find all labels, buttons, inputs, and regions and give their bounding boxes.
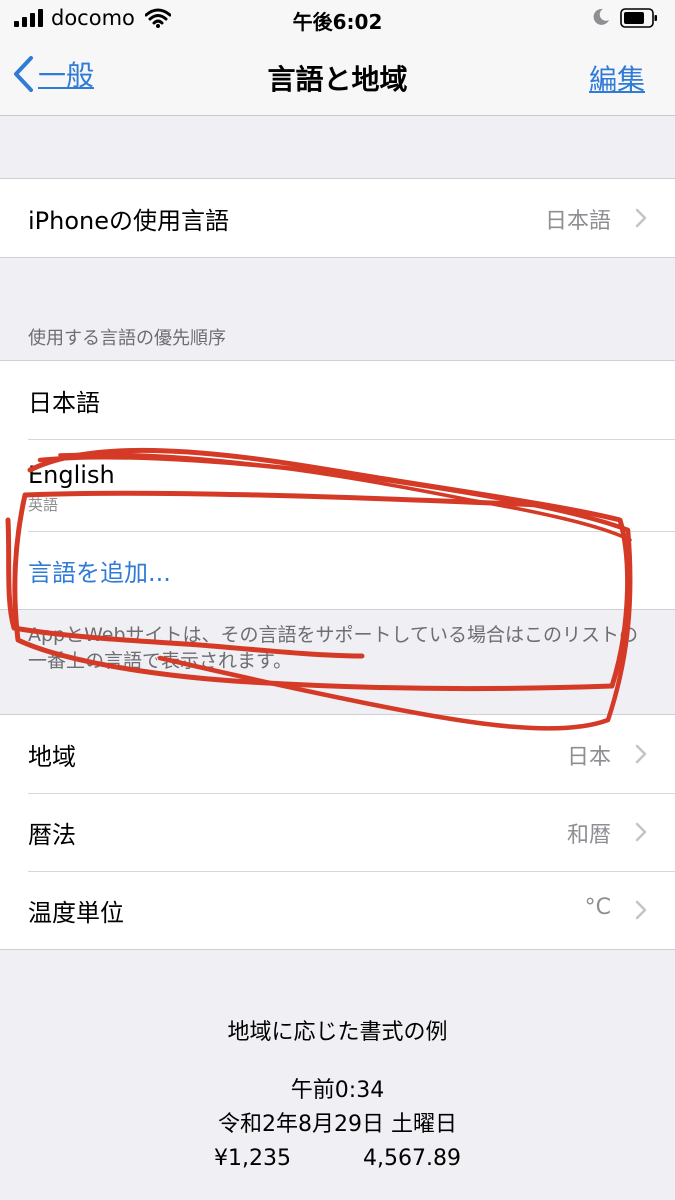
temperature-unit-label: 温度単位: [28, 899, 124, 927]
add-language-label: 言語を追加...: [28, 559, 171, 587]
calendar-value: 和暦: [566, 823, 611, 848]
status-time: 午後6:02: [292, 10, 383, 34]
status-bar: docomo 午後6:02: [0, 0, 675, 38]
iphone-language-label: iPhoneの使用言語: [28, 207, 230, 235]
language-footnote: AppとWebサイトは、その言語をサポートしている場合はこのリストの一番上の言語…: [28, 624, 638, 672]
navigation-bar: 一般 言語と地域 編集: [0, 38, 675, 116]
page-title: 言語と地域: [267, 63, 408, 96]
calendar-row[interactable]: 暦法 和暦: [0, 793, 675, 871]
edit-button[interactable]: 編集: [589, 58, 645, 98]
calendar-label: 暦法: [28, 821, 76, 849]
region-group: 地域 日本 暦法 和暦 温度単位 °C: [0, 714, 675, 950]
chevron-right-icon: [635, 744, 647, 764]
iphone-language-row[interactable]: iPhoneの使用言語 日本語: [0, 179, 675, 257]
language-name: 日本語: [28, 389, 100, 417]
format-example-title: 地域に応じた書式の例: [227, 1020, 448, 1045]
preferred-languages-header: 使用する言語の優先順序: [28, 328, 226, 349]
preferred-languages-group: 日本語 English 英語 言語を追加...: [0, 360, 675, 610]
format-number: 4,567.89: [363, 1146, 461, 1171]
language-name: English: [28, 461, 115, 489]
battery-icon: [620, 8, 657, 28]
chevron-right-icon: [635, 822, 647, 842]
region-value: 日本: [566, 745, 611, 770]
add-language-button[interactable]: 言語を追加...: [0, 531, 675, 609]
format-numbers: ¥1,235 4,567.89: [0, 1142, 675, 1176]
region-format-example: 地域に応じた書式の例 午前0:34 令和2年8月29日 土曜日 ¥1,235 4…: [0, 1014, 675, 1176]
region-label: 地域: [28, 743, 76, 771]
language-subtitle: 英語: [28, 496, 59, 514]
language-row-japanese[interactable]: 日本語: [0, 361, 675, 439]
format-date: 令和2年8月29日 土曜日: [218, 1112, 457, 1137]
temperature-unit-row[interactable]: 温度単位 °C: [0, 871, 675, 949]
format-time: 午前0:34: [290, 1078, 385, 1103]
moon-icon: [593, 8, 609, 25]
format-currency: ¥1,235: [214, 1146, 291, 1171]
temperature-unit-value: °C: [584, 895, 611, 920]
language-row-english[interactable]: English 英語: [0, 439, 675, 531]
device-language-group: iPhoneの使用言語 日本語: [0, 178, 675, 258]
region-row[interactable]: 地域 日本: [0, 715, 675, 793]
chevron-right-icon: [635, 208, 647, 228]
chevron-right-icon: [635, 900, 647, 920]
iphone-language-value: 日本語: [544, 209, 611, 234]
